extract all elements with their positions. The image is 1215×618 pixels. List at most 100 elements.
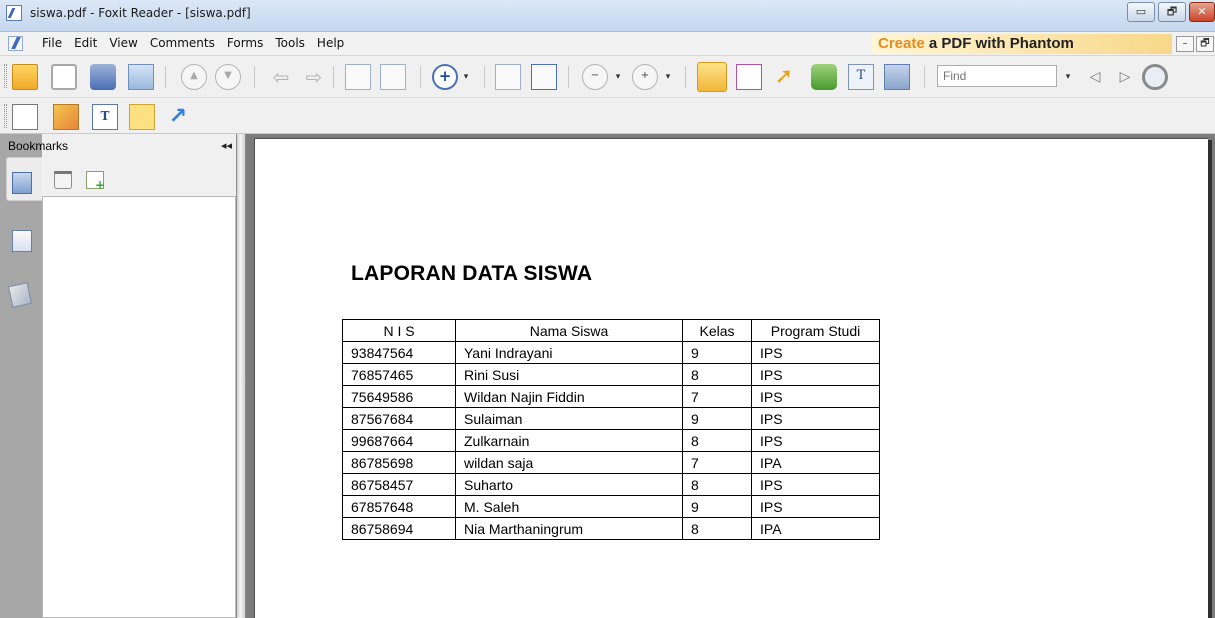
cell-nis: 86758694: [342, 517, 456, 540]
cell-nis: 99687664: [342, 429, 456, 452]
doc-restore-button[interactable]: 🗗: [1196, 36, 1214, 52]
select-text-icon[interactable]: [736, 64, 762, 90]
find-next-icon[interactable]: ▷: [1112, 64, 1138, 90]
note-icon[interactable]: [129, 104, 155, 130]
document-icon[interactable]: [8, 36, 23, 51]
panel-splitter[interactable]: [236, 134, 246, 618]
fit-width-icon[interactable]: [531, 64, 557, 90]
zoom-in-icon[interactable]: +: [432, 64, 458, 90]
toolbar-separator: [924, 66, 925, 88]
cell-program: IPS: [751, 341, 880, 364]
bookmarks-panel-title: Bookmarks: [8, 139, 69, 153]
doc-minimize-button[interactable]: –: [1176, 36, 1194, 52]
cell-kelas: 8: [682, 363, 752, 386]
title-bar: siswa.pdf - Foxit Reader - [siswa.pdf] ▭…: [0, 0, 1215, 32]
cell-nis: 93847564: [342, 341, 456, 364]
minimize-button[interactable]: ▭: [1127, 2, 1155, 22]
toolbar-separator: [165, 66, 166, 88]
menu-edit[interactable]: Edit: [68, 36, 103, 50]
bookmarks-list[interactable]: [42, 196, 236, 618]
menu-file[interactable]: File: [36, 36, 68, 50]
cell-nama: Nia Marthaningrum: [455, 517, 683, 540]
email-icon[interactable]: [128, 64, 154, 90]
toolbar-grip[interactable]: [4, 64, 7, 88]
cell-program: IPS: [751, 363, 880, 386]
snapshot-icon[interactable]: [884, 64, 910, 90]
cell-nis: 86758457: [342, 473, 456, 496]
back-arrow-icon[interactable]: ⇦: [268, 64, 294, 90]
zoom-dropdown-icon[interactable]: ▾: [460, 64, 472, 90]
cell-nis: 75649586: [342, 385, 456, 408]
print-icon[interactable]: [90, 64, 116, 90]
table-row: 76857465 Rini Susi 8 IPS: [342, 363, 880, 386]
cell-nama: Sulaiman: [455, 407, 683, 430]
bookmarks-panel-icon[interactable]: [12, 172, 32, 194]
promo-highlight: Create: [878, 35, 925, 52]
open-folder-icon[interactable]: [12, 64, 38, 90]
menu-help[interactable]: Help: [311, 36, 350, 50]
layers-panel-icon[interactable]: [7, 282, 33, 308]
menu-bar: File Edit View Comments Forms Tools Help…: [0, 32, 1215, 56]
cell-program: IPS: [751, 407, 880, 430]
page-shadow: [1208, 140, 1212, 618]
student-table: N I S Nama Siswa Kelas Program Studi 938…: [342, 319, 880, 540]
foxit-app-icon: [6, 5, 22, 21]
column-header-program: Program Studi: [751, 319, 880, 342]
table-row: 87567684 Sulaiman 9 IPS: [342, 407, 880, 430]
comment-tool-icon[interactable]: [12, 104, 38, 130]
zoom-out-minus-icon[interactable]: −: [582, 64, 608, 90]
cell-nama: Rini Susi: [455, 363, 683, 386]
find-input[interactable]: [937, 65, 1057, 87]
forward-arrow-icon[interactable]: ⇨: [301, 64, 327, 90]
arrow-tool-icon[interactable]: ↗: [165, 104, 191, 130]
cell-kelas: 8: [682, 473, 752, 496]
window-title: siswa.pdf - Foxit Reader - [siswa.pdf]: [30, 6, 251, 20]
collapse-panel-icon[interactable]: ◂◂: [221, 139, 232, 152]
report-title: LAPORAN DATA SISWA: [351, 262, 593, 285]
delete-bookmark-icon[interactable]: [54, 171, 72, 189]
previous-page-icon[interactable]: ▲: [181, 64, 207, 90]
zoom-out-dropdown-icon[interactable]: ▾: [612, 64, 624, 90]
hand-tool-icon[interactable]: [697, 62, 727, 92]
menu-forms[interactable]: Forms: [221, 36, 269, 50]
cell-program: IPS: [751, 429, 880, 452]
toolbar-separator: [568, 66, 569, 88]
cell-program: IPS: [751, 473, 880, 496]
comment-toolbar: T ↗: [0, 98, 1215, 134]
fit-page-icon[interactable]: [495, 64, 521, 90]
menu-tools[interactable]: Tools: [269, 36, 311, 50]
close-button[interactable]: ✕: [1189, 2, 1215, 22]
binoculars-search-icon[interactable]: [811, 64, 837, 90]
promo-text: a PDF with Phantom: [924, 35, 1074, 52]
table-row: 93847564 Yani Indrayani 9 IPS: [342, 341, 880, 364]
pages-panel-icon[interactable]: [12, 230, 32, 252]
typewriter-icon[interactable]: T: [92, 104, 118, 130]
find-dropdown-icon[interactable]: ▾: [1062, 64, 1074, 90]
toolbar-grip[interactable]: [4, 104, 7, 128]
page-thumbnails-icon[interactable]: [380, 64, 406, 90]
save-icon[interactable]: [51, 64, 77, 90]
cell-nama: Wildan Najin Fiddin: [455, 385, 683, 408]
page-layout-icon[interactable]: [345, 64, 371, 90]
column-header-nis: N I S: [342, 319, 456, 342]
zoom-in-plus-icon[interactable]: +: [632, 64, 658, 90]
table-row: 99687664 Zulkarnain 8 IPS: [342, 429, 880, 452]
zoom-in-dropdown-icon[interactable]: ▾: [662, 64, 674, 90]
search-icon[interactable]: [1142, 64, 1168, 90]
cell-nama: Suharto: [455, 473, 683, 496]
toolbar-separator: [333, 66, 334, 88]
maximize-button[interactable]: 🗗: [1158, 2, 1186, 22]
menu-view[interactable]: View: [103, 36, 143, 50]
text-viewer-icon[interactable]: T: [848, 64, 874, 90]
cell-kelas: 8: [682, 517, 752, 540]
cell-nama: Yani Indrayani: [455, 341, 683, 364]
add-bookmark-icon[interactable]: [86, 171, 105, 192]
select-cursor-icon[interactable]: ➚: [771, 64, 797, 90]
pencil-icon[interactable]: [53, 104, 79, 130]
find-previous-icon[interactable]: ◁: [1082, 64, 1108, 90]
menu-comments[interactable]: Comments: [144, 36, 221, 50]
phantom-promo-banner[interactable]: Create a PDF with Phantom: [872, 34, 1172, 54]
cell-kelas: 7: [682, 385, 752, 408]
cell-nama: M. Saleh: [455, 495, 683, 518]
next-page-icon[interactable]: ▼: [215, 64, 241, 90]
